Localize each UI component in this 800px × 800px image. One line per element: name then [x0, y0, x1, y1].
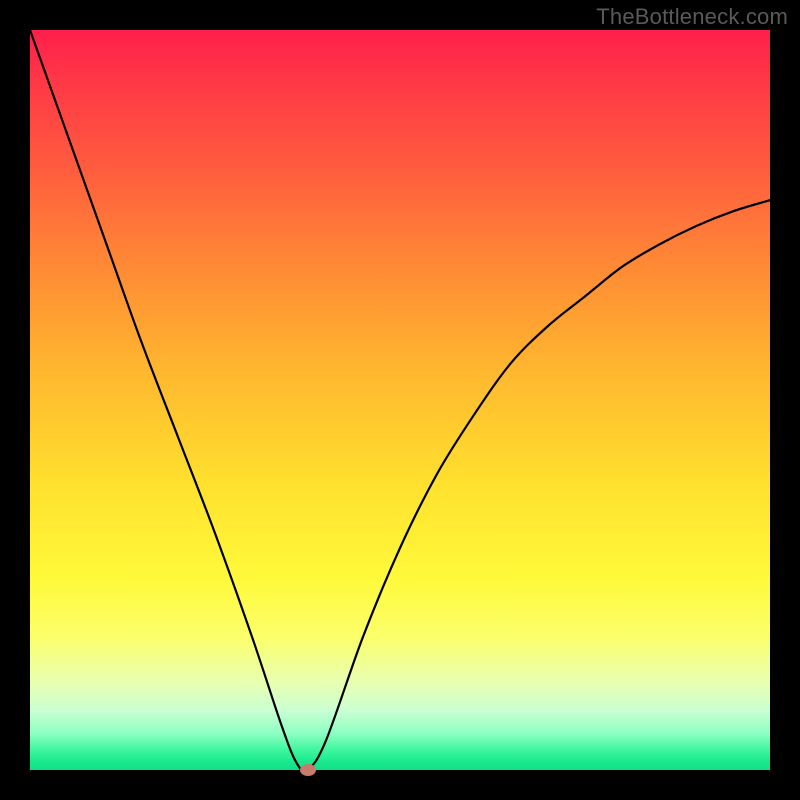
watermark-text: TheBottleneck.com	[596, 4, 788, 30]
plot-area	[30, 30, 770, 770]
optimal-point-marker	[300, 764, 316, 776]
bottleneck-curve	[30, 30, 770, 770]
chart-container: TheBottleneck.com	[0, 0, 800, 800]
